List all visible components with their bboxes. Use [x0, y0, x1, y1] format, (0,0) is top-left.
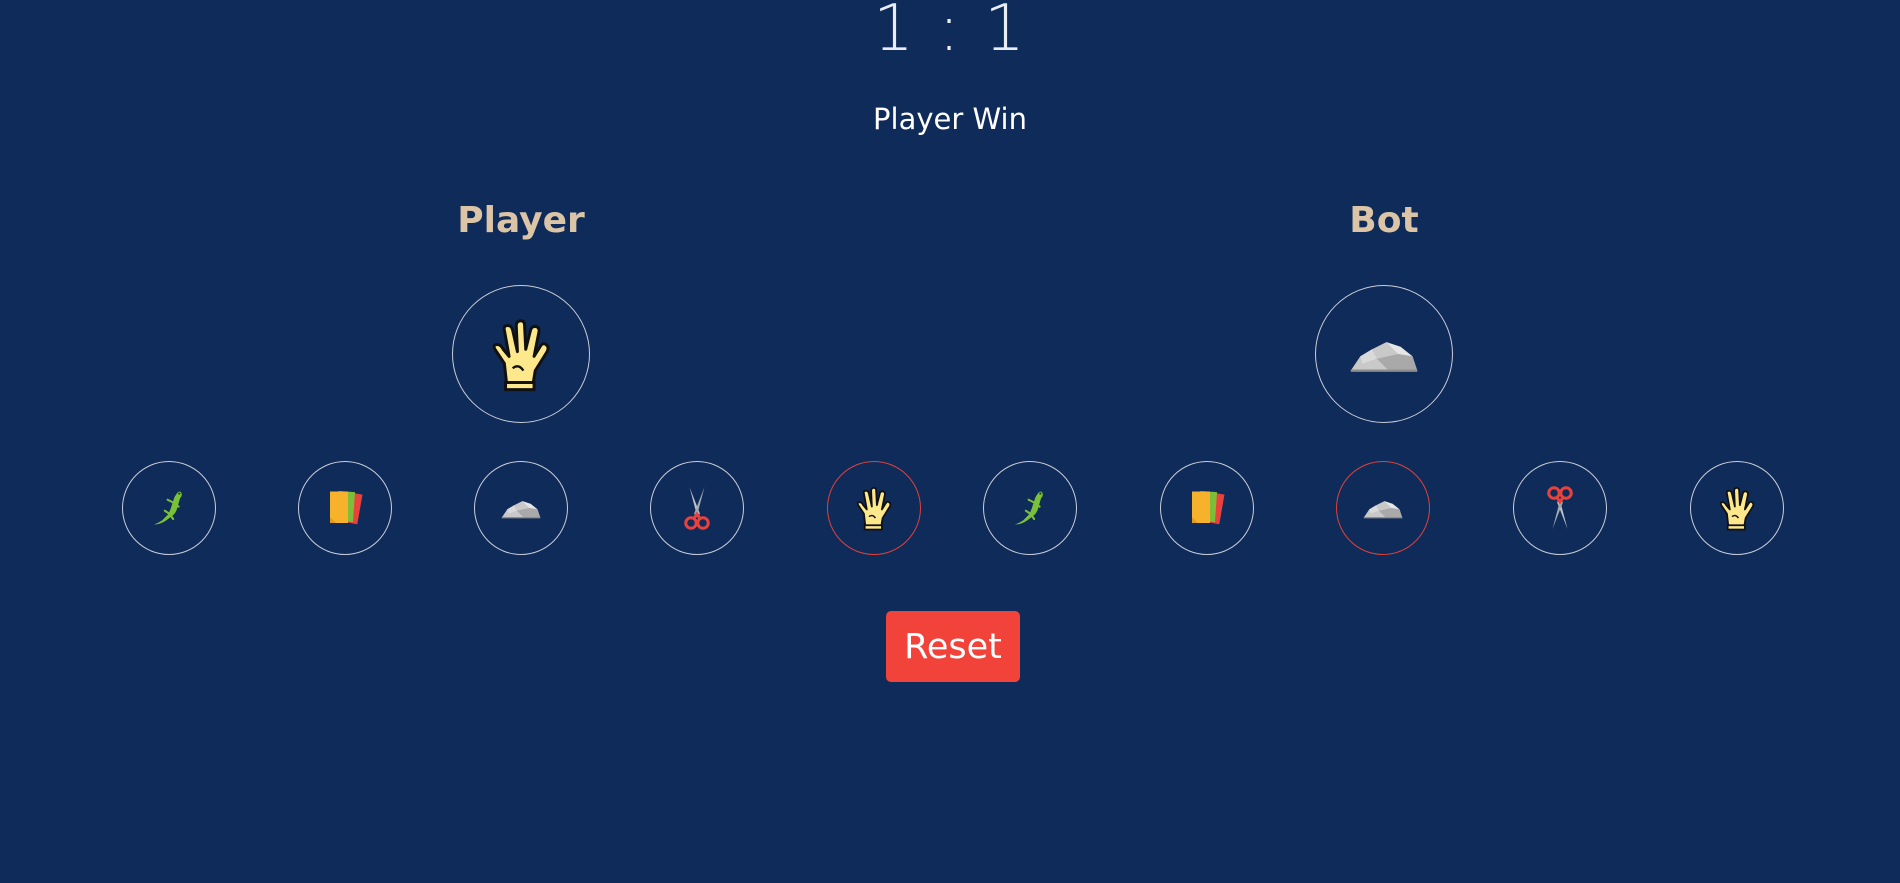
scissors-icon — [1536, 484, 1584, 532]
lizard-icon — [147, 486, 191, 530]
rock-icon — [1346, 316, 1422, 392]
player-option-rock[interactable] — [474, 461, 568, 555]
round-result: Player Win — [873, 102, 1027, 136]
player-option-spock[interactable] — [827, 461, 921, 555]
bot-option-lizard[interactable] — [983, 461, 1077, 555]
reset-button[interactable]: Reset — [886, 611, 1020, 682]
player-label: Player — [457, 200, 585, 241]
scissors-icon — [673, 484, 721, 532]
paper-icon — [321, 484, 369, 532]
rock-icon — [499, 486, 543, 530]
bot-option-paper[interactable] — [1160, 461, 1254, 555]
score-display: 1 : 1 — [873, 0, 1027, 66]
paper-icon — [1183, 484, 1231, 532]
lizard-icon — [1008, 486, 1052, 530]
spock-hand-icon — [483, 316, 559, 392]
player-choice — [452, 285, 590, 423]
game-screen: 1 : 1 Player Win Player Bot Reset — [0, 0, 1900, 883]
rock-icon — [1361, 486, 1405, 530]
bot-choice — [1315, 285, 1453, 423]
player-option-lizard[interactable] — [122, 461, 216, 555]
bot-option-rock[interactable] — [1336, 461, 1430, 555]
spock-hand-icon — [851, 485, 897, 531]
player-option-paper[interactable] — [298, 461, 392, 555]
bot-label: Bot — [1349, 200, 1419, 241]
bot-option-spock[interactable] — [1690, 461, 1784, 555]
bot-option-scissors[interactable] — [1513, 461, 1607, 555]
spock-hand-icon — [1714, 485, 1760, 531]
player-option-scissors[interactable] — [650, 461, 744, 555]
